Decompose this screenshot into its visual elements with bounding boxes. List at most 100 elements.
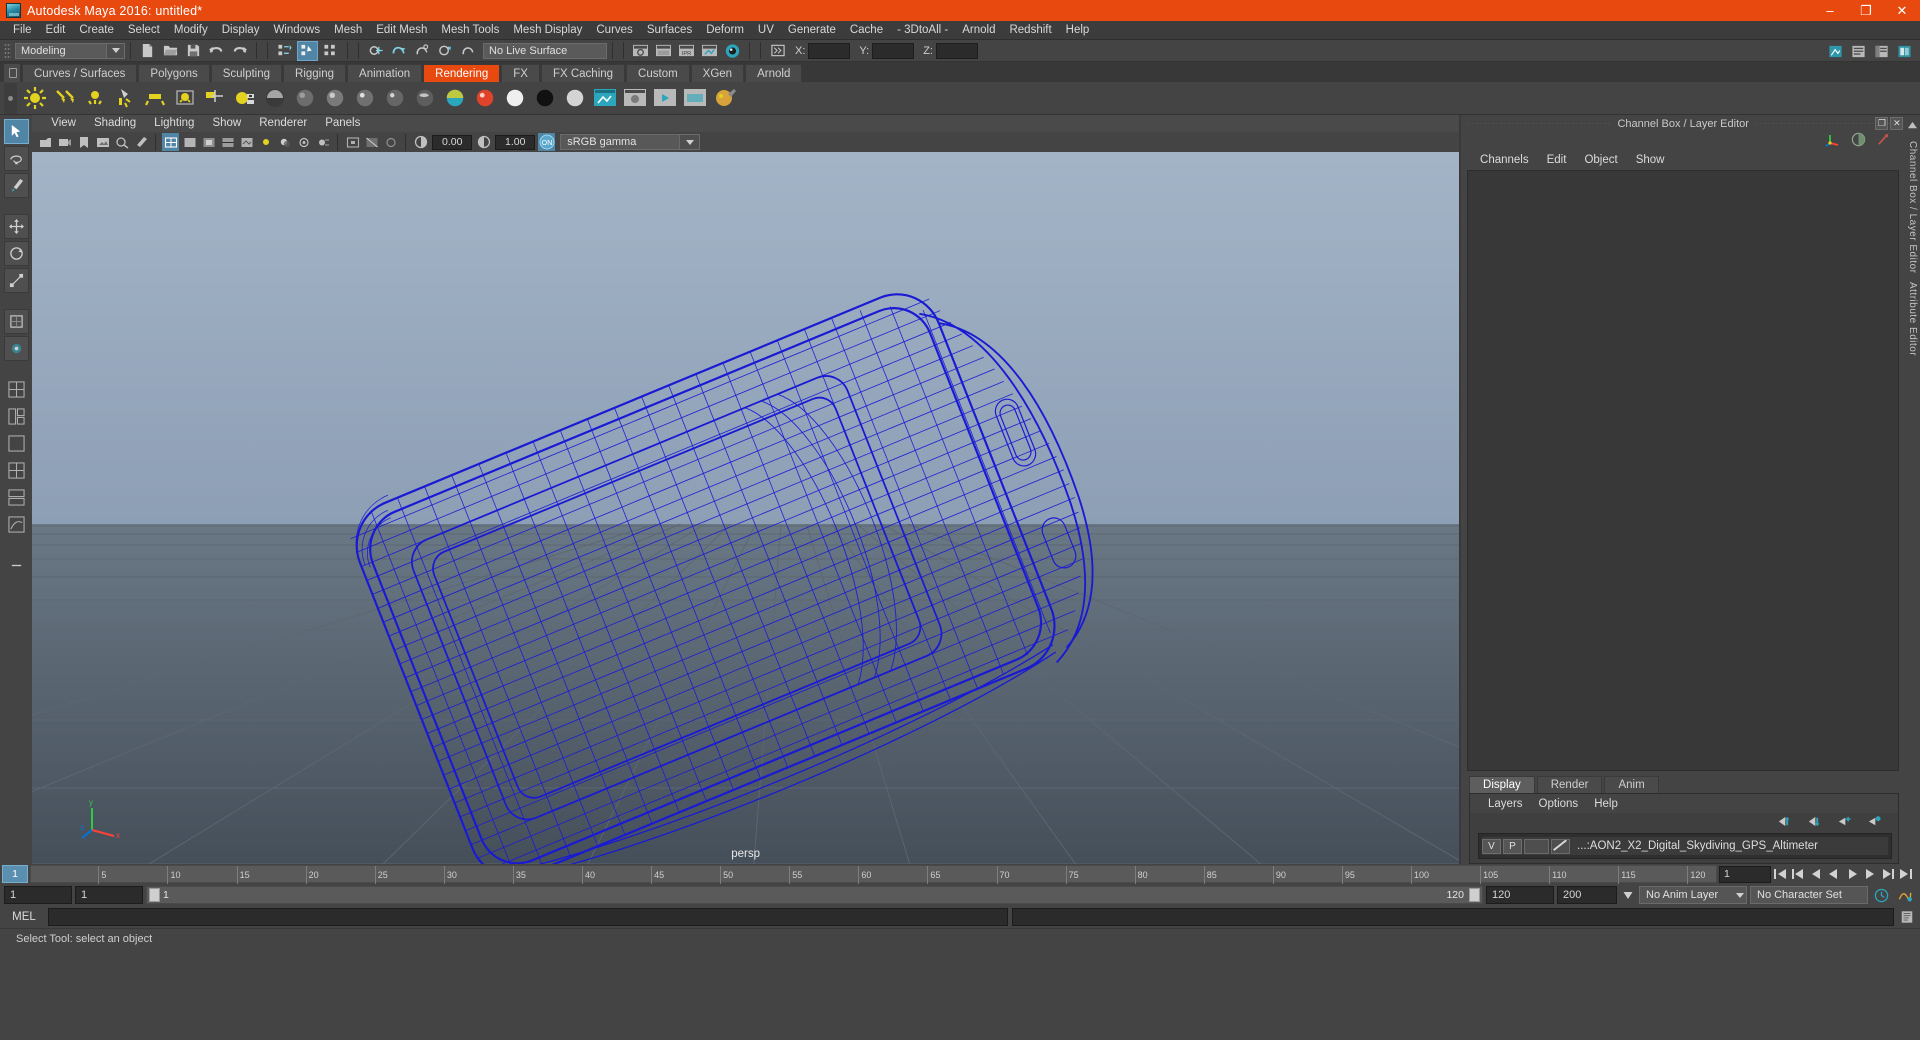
panel-maximize-button[interactable]: ❐ [1875,117,1889,130]
sphere-preview-icon[interactable] [261,84,289,112]
menu-uv[interactable]: UV [751,21,781,40]
wireframe-shading-icon[interactable] [162,133,180,151]
shelf-options-icon[interactable] [4,64,20,82]
current-frame-indicator[interactable]: 1 [2,865,28,883]
graph-editor-layout-button[interactable] [4,512,29,537]
menu-cache[interactable]: Cache [843,21,890,40]
time-field[interactable]: 1 [1719,865,1771,883]
gamma-icon[interactable] [475,133,492,151]
step-forward-frame-button[interactable] [1861,866,1878,883]
perspective-viewport[interactable]: y x z persp [32,152,1460,864]
hypershade-button[interactable] [722,41,743,61]
paint-effects-icon[interactable] [711,84,739,112]
range-right-handle[interactable] [1469,888,1480,902]
red-material-icon[interactable] [471,84,499,112]
color-management-toggle-icon[interactable]: ON [538,133,556,151]
scale-tool-button[interactable] [3,268,29,293]
go-to-end-button[interactable] [1897,866,1914,883]
select-tool-button[interactable] [3,119,29,144]
time-slider-track[interactable]: 5 10 15 20 25 30 35 40 45 50 55 60 65 70… [30,865,1717,884]
camera-icon[interactable] [201,84,229,112]
anim-start-field[interactable]: 1 [75,886,143,904]
close-button[interactable]: ✕ [1884,0,1920,21]
layer-menu-help[interactable]: Help [1586,798,1626,810]
menu-create[interactable]: Create [72,21,121,40]
shelf-tab-rendering[interactable]: Rendering [423,64,501,82]
sidebar-toggle-tool-settings-icon[interactable] [1894,41,1915,61]
play-forwards-button[interactable] [1843,866,1860,883]
spot-light-icon[interactable] [81,84,109,112]
grease-pencil-icon[interactable] [132,133,149,151]
anim-layer-selector[interactable]: No Anim Layer [1639,886,1747,904]
render-sequence-icon[interactable] [651,84,679,112]
sidebar-scroll-up-icon[interactable] [1907,119,1918,133]
layer-shading-toggle[interactable] [1524,838,1550,854]
xray-display-icon[interactable] [363,133,380,151]
half-circle-icon[interactable] [1851,132,1866,150]
gamma-value[interactable]: 1.00 [495,134,536,150]
shelf-tab-custom[interactable]: Custom [626,64,690,82]
manipulator-axes-icon[interactable] [1825,132,1841,151]
hypershade-layout-button[interactable] [4,485,29,510]
ipr-shelf-icon[interactable] [681,84,709,112]
smooth-shade-selected-icon[interactable] [200,133,217,151]
shelf-tab-xgen[interactable]: XGen [690,64,745,82]
new-scene-button[interactable] [137,41,158,61]
black-shader-icon[interactable] [531,84,559,112]
menu-arnold[interactable]: Arnold [955,21,1002,40]
lambert-material-icon[interactable] [291,84,319,112]
maximize-button[interactable]: ❐ [1848,0,1884,21]
axis-x-field[interactable] [808,42,851,59]
shelf-tab-sculpting[interactable]: Sculpting [210,64,283,82]
paint-select-tool-button[interactable] [3,173,29,198]
area-light-icon[interactable] [111,84,139,112]
layer-playback-toggle[interactable]: P [1503,838,1523,854]
panel-menu-view[interactable]: View [42,115,85,132]
step-forward-keyframe-button[interactable] [1879,866,1896,883]
motion-blur-icon[interactable] [314,133,331,151]
universal-manipulator-button[interactable] [3,309,29,334]
phong-material-icon[interactable] [351,84,379,112]
persp-outliner-layout-button[interactable] [4,404,29,429]
menu-set-selector[interactable]: Modeling [15,42,125,59]
diagonal-arrow-icon[interactable] [1876,132,1891,150]
command-input-field[interactable] [48,908,1008,926]
shelf-drag-handle[interactable] [4,82,17,114]
sidebar-tab-channel-box-label[interactable]: Channel Box / Layer Editor [1907,141,1918,274]
bookmark-icon[interactable] [75,133,92,151]
create-layer-from-selected-icon[interactable] [1865,815,1882,831]
select-camera-icon[interactable] [37,133,54,151]
layer-visibility-toggle[interactable]: V [1482,838,1502,854]
lasso-tool-button[interactable] [3,146,29,171]
snap-to-projected-center-button[interactable] [434,41,455,61]
four-view-layout-button[interactable] [4,458,29,483]
panel-menu-shading[interactable]: Shading [85,115,145,132]
character-set-selector[interactable]: No Character Set [1750,886,1868,904]
live-surface-field[interactable]: No Live Surface [483,42,607,59]
anisotropic-material-icon[interactable] [411,84,439,112]
volume-light-icon[interactable] [141,84,169,112]
range-end-field[interactable]: 200 [1557,886,1617,904]
ramp-shader-icon[interactable] [441,84,469,112]
phonge-material-icon[interactable] [381,84,409,112]
layer-menu-layers[interactable]: Layers [1480,798,1531,810]
menu-select[interactable]: Select [121,21,167,40]
playback-options-icon[interactable] [1620,891,1636,900]
snap-to-grid-button[interactable] [365,41,386,61]
menu-3dtoall[interactable]: - 3DtoAll - [890,21,955,40]
exposure-icon[interactable] [412,133,429,151]
panel-close-button[interactable]: ✕ [1890,117,1904,130]
menu-mesh-tools[interactable]: Mesh Tools [434,21,506,40]
exposure-value[interactable]: 0.00 [432,134,473,150]
shelf-tab-polygons[interactable]: Polygons [138,64,210,82]
panel-menu-panels[interactable]: Panels [316,115,369,132]
image-plane-icon[interactable] [94,133,111,151]
layer-tab-display[interactable]: Display [1469,776,1535,793]
range-start-field[interactable]: 1 [4,886,72,904]
step-back-frame-button[interactable] [1807,866,1824,883]
white-surface-shader-icon[interactable] [501,84,529,112]
command-language-label[interactable]: MEL [4,911,44,923]
layer-tab-render[interactable]: Render [1536,776,1603,793]
texture-display-icon[interactable] [238,133,255,151]
layer-list[interactable]: V P ...:AON2_X2_Digital_Skydiving_GPS_Al… [1478,833,1893,859]
